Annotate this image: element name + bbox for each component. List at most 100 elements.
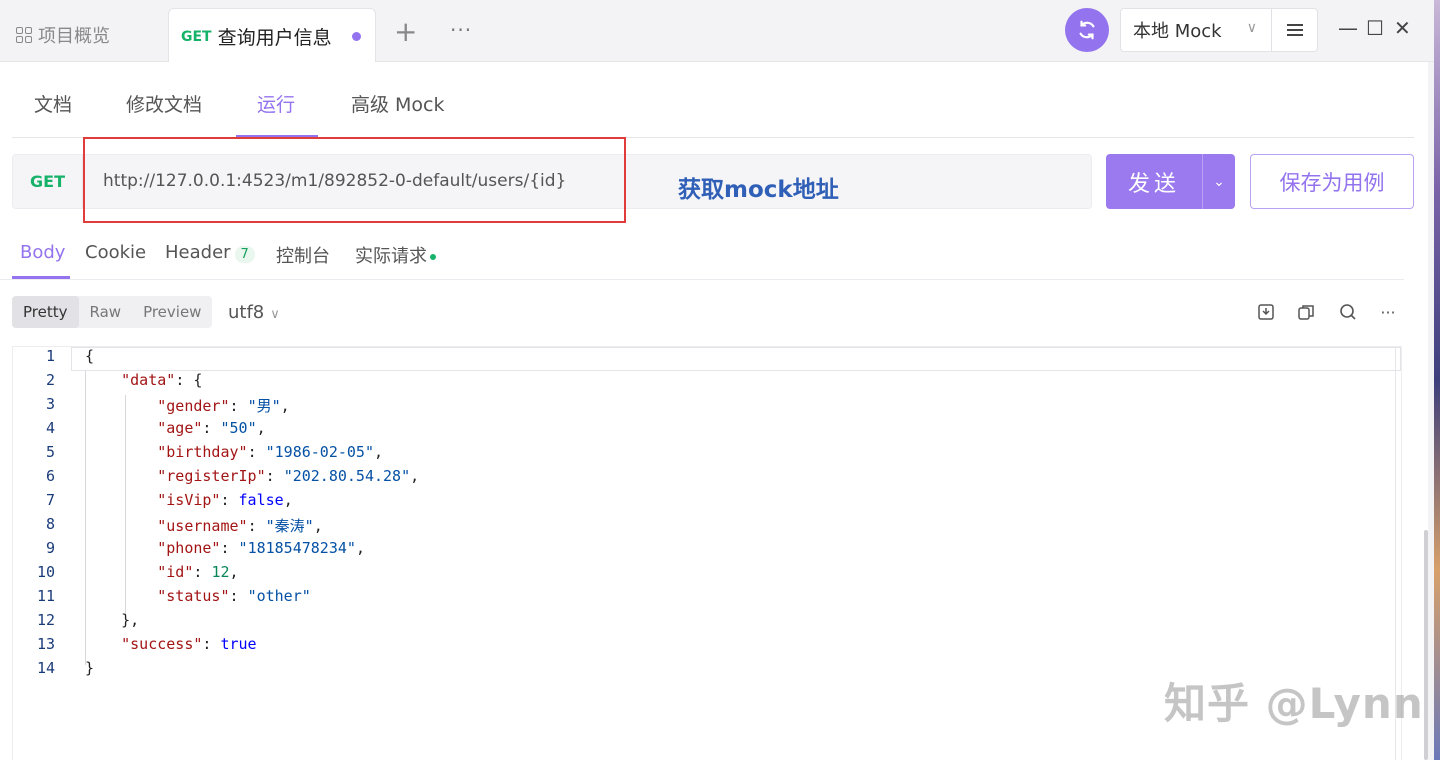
title-bar: 项目概览 GET 查询用户信息 + ··· 本地 Mock ∨ — ☐ ✕ <box>0 0 1434 64</box>
header-count-badge: 7 <box>234 246 255 263</box>
json-value-registerip: 202.80.54.28 <box>292 467 402 485</box>
code-line: "birthday": "1986-02-05", <box>157 443 384 461</box>
chevron-down-icon: ∨ <box>270 307 280 322</box>
tab-method: GET <box>181 28 212 45</box>
line-number: 4 <box>45 419 55 437</box>
active-tab-indicator <box>12 276 70 279</box>
desktop-background <box>1434 0 1440 760</box>
search-icon <box>1340 304 1356 320</box>
tab-actual-request-label: 实际请求 <box>355 246 427 267</box>
code-line: "phone": "18185478234", <box>157 539 365 557</box>
add-tab-button[interactable]: + <box>394 18 417 46</box>
copy-button[interactable] <box>1296 302 1316 322</box>
tab-label: 查询用户信息 <box>217 27 332 49</box>
json-value-gender: 男 <box>256 397 272 415</box>
code-line: "age": "50", <box>157 419 266 437</box>
encoding-value: utf8 <box>228 302 265 323</box>
json-value-username: 秦涛 <box>274 517 305 535</box>
encoding-select[interactable]: utf8 ∨ <box>228 302 280 323</box>
environment-menu-button[interactable] <box>1272 8 1318 52</box>
send-button[interactable]: 发送 ⌄ <box>1106 154 1235 209</box>
line-number: 7 <box>45 491 55 509</box>
tab-header-label: Header <box>165 242 231 263</box>
chevron-down-icon: ∨ <box>1246 20 1257 36</box>
search-button[interactable] <box>1338 302 1358 322</box>
code-line: } <box>85 659 95 677</box>
line-number: 6 <box>45 467 55 485</box>
format-pretty[interactable]: Pretty <box>12 296 79 328</box>
sync-icon <box>1079 20 1095 40</box>
status-dot-icon <box>430 254 436 260</box>
download-icon <box>1258 304 1274 320</box>
line-number: 3 <box>45 395 55 413</box>
more-icon: ··· <box>1380 302 1396 322</box>
tab-run[interactable]: 运行 <box>257 90 295 117</box>
line-number: 8 <box>45 515 55 533</box>
current-line-highlight <box>71 347 1401 371</box>
json-value-age: 50 <box>229 419 248 437</box>
unsaved-dot-icon <box>351 32 361 41</box>
environment-value: 本地 Mock <box>1133 21 1222 42</box>
code-line: "username": "秦涛", <box>157 517 323 535</box>
code-line: "data": { <box>121 371 203 389</box>
maximize-button[interactable]: ☐ <box>1366 16 1384 40</box>
tab-actual-request[interactable]: 实际请求 <box>355 242 436 268</box>
send-label: 发送 <box>1127 171 1180 197</box>
code-line: "id": 12, <box>157 563 239 581</box>
tab-edit-docs[interactable]: 修改文档 <box>126 90 202 117</box>
line-number: 9 <box>45 539 55 557</box>
sync-button[interactable] <box>1065 8 1109 52</box>
more-options-button[interactable]: ··· <box>1378 302 1398 322</box>
copy-icon <box>1298 305 1314 320</box>
chevron-down-icon[interactable]: ⌄ <box>1202 154 1235 209</box>
json-value-success: true <box>220 635 257 653</box>
line-number: 13 <box>36 635 55 653</box>
line-number: 2 <box>45 371 55 389</box>
json-value-phone: 18185478234 <box>247 539 347 557</box>
json-value-birthday: 1986-02-05 <box>274 443 365 461</box>
code-line: "registerIp": "202.80.54.28", <box>157 467 420 485</box>
json-value-id: 12 <box>211 563 230 581</box>
close-button[interactable]: ✕ <box>1394 16 1411 40</box>
save-as-case-button[interactable]: 保存为用例 <box>1250 154 1414 209</box>
panel-scrollbar[interactable] <box>1424 530 1428 760</box>
watermark: 知乎 @Lynn <box>1164 679 1424 728</box>
download-button[interactable] <box>1256 302 1276 322</box>
format-toggle: Pretty Raw Preview <box>12 296 213 328</box>
code-line: { <box>85 347 95 365</box>
line-number: 1 <box>45 347 55 365</box>
line-number: 11 <box>36 587 55 605</box>
format-raw[interactable]: Raw <box>79 296 133 328</box>
url-highlight-box <box>83 137 626 223</box>
more-tabs-button[interactable]: ··· <box>450 18 472 42</box>
json-value-status: other <box>256 587 302 605</box>
code-line: "success": true <box>121 635 257 653</box>
line-number: 10 <box>36 563 55 581</box>
code-line: "gender": "男", <box>157 397 290 415</box>
tab-docs[interactable]: 文档 <box>34 90 72 117</box>
annotation-text: 获取mock地址 <box>678 177 839 203</box>
method-select[interactable]: GET <box>13 155 83 208</box>
tab-console[interactable]: 控制台 <box>276 242 330 268</box>
tab-label: 项目概览 <box>38 26 110 47</box>
tab-body[interactable]: Body <box>20 242 65 263</box>
tab-query-user-info[interactable]: GET 查询用户信息 <box>168 8 376 64</box>
response-tabs: Body Cookie Header 7 控制台 实际请求 <box>0 226 1404 280</box>
menu-icon <box>1286 24 1303 36</box>
doc-tabs: 文档 修改文档 运行 高级 Mock <box>12 62 1414 138</box>
tab-cookie[interactable]: Cookie <box>85 242 146 263</box>
grid-icon <box>16 27 32 43</box>
code-line: "status": "other" <box>157 587 311 605</box>
tab-advanced-mock[interactable]: 高级 Mock <box>351 90 445 117</box>
line-number: 12 <box>36 611 55 629</box>
environment-select[interactable]: 本地 Mock ∨ <box>1120 8 1272 52</box>
minimize-button[interactable]: — <box>1338 16 1358 40</box>
tab-project-overview[interactable]: 项目概览 <box>16 22 110 48</box>
code-line: }, <box>85 611 140 629</box>
code-line: "isVip": false, <box>157 491 293 509</box>
format-preview[interactable]: Preview <box>132 296 212 328</box>
json-value-isvip: false <box>238 491 284 509</box>
line-number: 14 <box>36 659 55 677</box>
line-number: 5 <box>45 443 55 461</box>
tab-header[interactable]: Header 7 <box>165 242 255 263</box>
